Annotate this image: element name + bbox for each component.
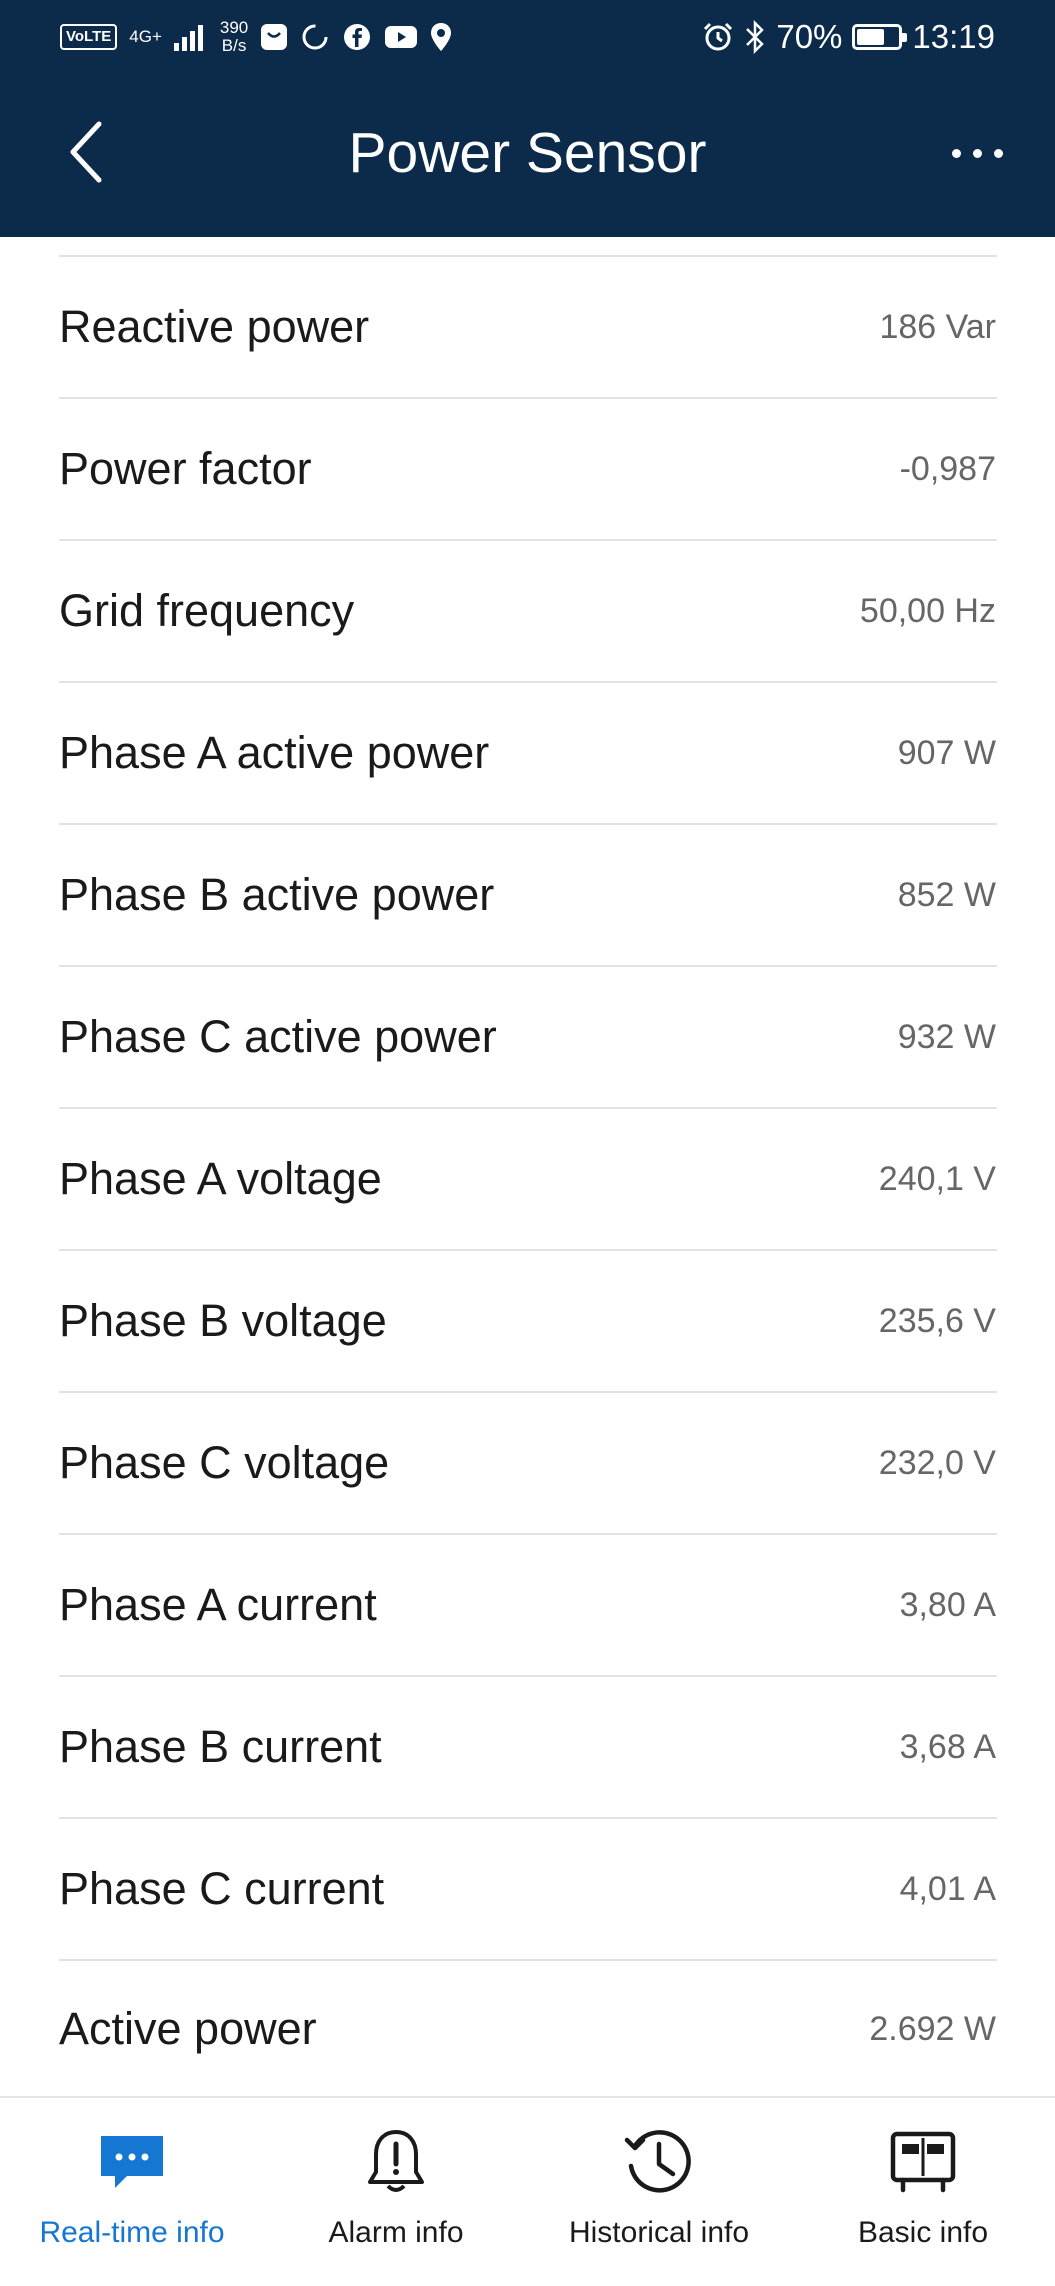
alarm-clock-icon [704, 22, 733, 51]
chat-bubble-icon [92, 2122, 172, 2202]
battery-level-fill [857, 29, 885, 45]
tab-label: Basic info [857, 2216, 989, 2249]
row-value: 852 W [897, 876, 996, 914]
page-title: Power Sensor [348, 121, 707, 185]
data-speed-value: 390 [219, 18, 249, 37]
tab-label: Historical info [568, 2216, 750, 2249]
clock-time: 13:19 [912, 18, 995, 55]
tab-alarm-info[interactable]: Alarm info [264, 2098, 528, 2286]
row-label: Phase B voltage [59, 1295, 387, 1346]
list-item: Phase A current 3,80 A [0, 1535, 1055, 1675]
list-item: Active power 2.692 W [0, 1959, 1055, 2096]
list-item: Phase C active power 932 W [0, 967, 1055, 1107]
row-value: 50,00 Hz [859, 592, 996, 630]
sync-icon [302, 24, 328, 50]
row-label: Reactive power [59, 301, 370, 352]
list-item: Phase B current 3,68 A [0, 1677, 1055, 1817]
app-header: Power Sensor [0, 74, 1055, 237]
bottom-navigation: Real-time info Alarm info Historical inf… [0, 2096, 1055, 2286]
row-value: 2.692 W [869, 2010, 996, 2048]
row-label: Phase A active power [59, 727, 490, 778]
row-label: Grid frequency [59, 585, 355, 636]
row-label: Phase B active power [59, 869, 495, 920]
tab-historical-info[interactable]: Historical info [527, 2098, 791, 2286]
row-value: 3,80 A [899, 1586, 996, 1624]
device-info-icon [883, 2122, 963, 2202]
list-item: Phase A voltage 240,1 V [0, 1109, 1055, 1249]
list-item: Phase A active power 907 W [0, 683, 1055, 823]
row-value: 4,01 A [899, 1870, 996, 1908]
row-value: 232,0 V [878, 1444, 996, 1482]
list-item: Reactive power 186 Var [0, 257, 1055, 397]
row-label: Phase C current [59, 1863, 385, 1914]
power-sensor-screen: VoLTE 4G+ 390 B/s 70% 13:19 Power Sensor… [0, 0, 1055, 2286]
row-label: Phase A current [59, 1579, 377, 1630]
signal-icon [173, 25, 203, 51]
row-label: Phase C active power [59, 1011, 497, 1062]
row-value: -0,987 [899, 450, 996, 488]
row-label: Active power [59, 2003, 317, 2054]
data-speed: 390 B/s [220, 19, 248, 55]
row-value: 235,6 V [878, 1302, 996, 1340]
row-value: 907 W [897, 734, 996, 772]
huawei-icon [261, 24, 288, 50]
battery-icon [852, 24, 908, 50]
volte-badge: VoLTE [60, 24, 118, 50]
network-type: 4G+ [129, 27, 162, 46]
row-label: Power factor [59, 443, 312, 494]
row-value: 932 W [897, 1018, 996, 1056]
more-dot-icon [972, 148, 982, 158]
tab-real-time-info[interactable]: Real-time info [0, 2098, 264, 2286]
clock-history-icon [619, 2122, 699, 2202]
status-bar-right: 70% 13:19 [702, 14, 995, 60]
top-bar: VoLTE 4G+ 390 B/s 70% 13:19 Power Sensor [0, 0, 1055, 237]
more-options-button[interactable] [937, 118, 1017, 188]
list-item: Phase C current 4,01 A [0, 1819, 1055, 1959]
list-item: Phase B active power 852 W [0, 825, 1055, 965]
row-label: Phase C voltage [59, 1437, 390, 1488]
alarm-bell-icon [356, 2122, 436, 2202]
list-item: Phase C voltage 232,0 V [0, 1393, 1055, 1533]
status-bar: VoLTE 4G+ 390 B/s 70% 13:19 [0, 0, 1055, 74]
list-item: Phase B voltage 235,6 V [0, 1251, 1055, 1391]
row-value: 240,1 V [878, 1160, 996, 1198]
row-value: 186 Var [879, 308, 996, 346]
tab-basic-info[interactable]: Basic info [791, 2098, 1055, 2286]
tab-label: Alarm info [328, 2216, 464, 2249]
tab-label: Real-time info [39, 2216, 225, 2249]
more-dot-icon [951, 148, 961, 158]
realtime-info-list[interactable]: Reactive power 186 Var Power factor -0,9… [0, 237, 1055, 2096]
more-dot-icon [993, 148, 1003, 158]
data-speed-unit: B/s [221, 36, 247, 55]
row-label: Phase B current [59, 1721, 382, 1772]
battery-percent: 70% [776, 18, 843, 55]
row-value: 3,68 A [899, 1728, 996, 1766]
youtube-icon [385, 26, 418, 48]
list-item: Power factor -0,987 [0, 399, 1055, 539]
status-bar-left: VoLTE 4G+ 390 B/s [60, 14, 452, 60]
row-label: Phase A voltage [59, 1153, 382, 1204]
location-icon [431, 23, 452, 51]
bluetooth-icon [746, 20, 765, 54]
list-item: Grid frequency 50,00 Hz [0, 541, 1055, 681]
facebook-icon [344, 24, 371, 50]
